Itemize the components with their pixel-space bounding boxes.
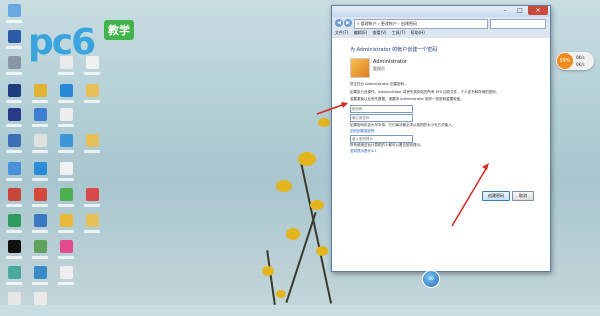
desktop-icon[interactable] [4,162,24,186]
desktop-icon[interactable] [4,134,24,158]
watermark-logo-text: pc6 [28,22,96,63]
new-password-field[interactable]: 新密码 [350,105,413,113]
hint-help-link[interactable]: 密码提示是什么? [350,149,376,154]
maximize-button[interactable]: □ [513,6,527,15]
desktop-icon[interactable] [56,84,76,108]
warning-text-1: 如果执行此操作，Administrator 将丢失其网站的所有 EFS 加密文件… [350,90,500,94]
network-speed-widget[interactable]: 59% 0K/s 0K/s [556,52,594,70]
watermark-logo: pc6 教学 [28,10,140,68]
search-input[interactable] [490,19,546,29]
user-name: Administrator [373,59,408,65]
avatar [350,58,370,78]
desktop-icon[interactable] [56,240,76,264]
page-title: 为 Administrator 的帐户创建一个密码 [350,47,438,53]
desktop-icon[interactable] [82,188,102,212]
upload-speed: 0K/s [576,55,585,60]
create-password-button[interactable]: 创建密码 [482,191,510,201]
desktop-icon[interactable] [30,84,50,108]
desktop-icon[interactable] [56,188,76,212]
desktop-icon[interactable] [56,134,76,158]
dialog-content: 为 Administrator 的帐户创建一个密码 Administrator … [332,38,550,271]
strong-password-link[interactable]: 如何创建强密码 [350,129,375,134]
desktop-icon[interactable] [4,108,24,132]
hint-note-text: 所有使用这台计算机的人都可以看见密码提示。 [350,143,424,147]
desktop-icon[interactable] [30,266,50,290]
desktop-icon[interactable] [4,266,24,290]
desktop-icon[interactable] [4,30,24,54]
desktop-icon[interactable] [30,134,50,158]
desktop-icon[interactable] [56,162,76,186]
download-speed: 0K/s [576,62,585,67]
desktop-icon[interactable] [30,188,50,212]
desktop-icon[interactable] [4,292,24,316]
desktop-icon[interactable] [30,214,50,238]
forward-icon[interactable]: ▶ [344,19,352,27]
desktop-icon[interactable] [4,214,24,238]
desktop-icon[interactable] [4,56,24,80]
desktop-icon[interactable] [56,108,76,132]
menu-edit[interactable]: 编辑(E) [354,30,368,35]
desktop-icon[interactable] [4,4,24,28]
breadcrumb[interactable]: « 管理帐户 › 更改帐户 › 创建密码 [354,19,488,29]
menu-help[interactable]: 帮助(H) [411,30,425,35]
user-role: 管理员 [373,66,385,71]
desktop-icon[interactable] [82,84,102,108]
confirm-password-field[interactable]: 确认新密码 [350,114,413,122]
menu-file[interactable]: 文件(F) [335,30,348,35]
desktop-icon[interactable] [4,84,24,108]
address-bar: ◀ ▶ « 管理帐户 › 更改帐户 › 创建密码 [332,18,550,29]
cancel-button[interactable]: 取消 [512,191,534,201]
desktop-icon[interactable] [4,240,24,264]
menu-tools[interactable]: 工具(T) [392,30,406,35]
case-hint-text: 如果密码包含大写字母，它们每次都必须以相同的大小写方式输入。 [350,123,455,127]
close-button[interactable]: ✕ [528,6,548,15]
desktop-icon[interactable] [30,108,50,132]
warning-text-2: 若要避免以后丢失数据，请要求 Administrator 制作一张密码重置软盘。 [350,97,464,101]
back-icon[interactable]: ◀ [335,19,343,27]
menu-view[interactable]: 查看(V) [373,30,387,35]
desktop-icon[interactable] [82,134,102,158]
watermark-badge: 教学 [104,20,134,40]
desktop-icon[interactable] [30,292,50,316]
desktop-icon[interactable] [30,240,50,264]
desktop-icon[interactable] [56,266,76,290]
minimize-button[interactable]: – [498,6,512,15]
desktop-icon[interactable] [4,188,24,212]
menu-bar: 文件(F) 编辑(E) 查看(V) 工具(T) 帮助(H) [332,28,550,37]
memory-usage-ball: 59% [557,53,573,69]
create-password-window: – □ ✕ ◀ ▶ « 管理帐户 › 更改帐户 › 创建密码 文件(F) 编辑(… [331,5,551,272]
desktop-icon[interactable] [30,162,50,186]
password-hint-field[interactable]: 键入密码提示 [350,135,413,143]
desktop-icon[interactable] [82,214,102,238]
desktop-icon[interactable] [56,214,76,238]
window-titlebar[interactable]: – □ ✕ [332,6,550,17]
intro-text: 您正在为 Administrator 创建密码。 [350,82,408,86]
floating-orb-icon[interactable]: 00 [422,270,440,288]
